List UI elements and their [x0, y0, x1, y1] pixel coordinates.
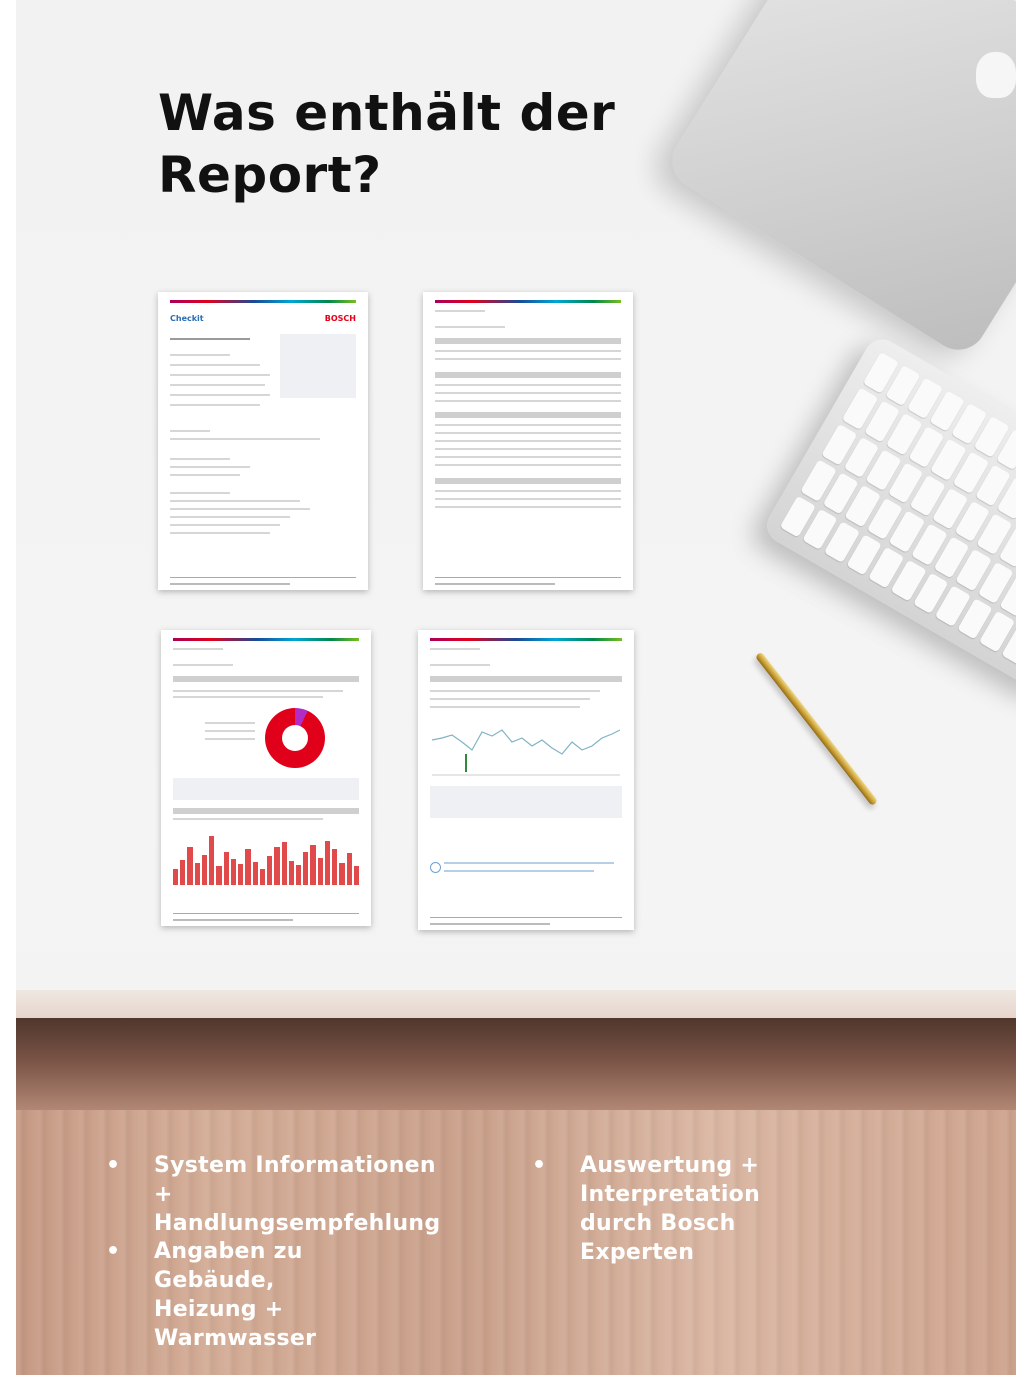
bosch-logo: BOSCH — [324, 314, 356, 323]
title-line-1: Was enthält der — [158, 84, 616, 142]
bullet-dot: • — [532, 1153, 547, 1178]
pen-image — [754, 651, 879, 807]
desk-shadow — [16, 1018, 1016, 1113]
apple-logo-icon — [976, 52, 1016, 98]
line-chart-thumbnail — [432, 729, 620, 776]
info-icon — [430, 862, 441, 873]
donut-chart-thumbnail — [265, 708, 325, 768]
brochure-page: Was enthält der Report? Checkit BOSCH • … — [16, 0, 1016, 1375]
bullet-dot: • — [106, 1239, 121, 1264]
desk-edge — [16, 990, 1016, 1020]
laptop-image — [661, 0, 1016, 361]
checkit-logo: Checkit — [170, 314, 204, 323]
page-title: Was enthält der Report? — [158, 82, 615, 206]
feature-building-data: Angaben zu Gebäude, Heizung + Warmwasser — [154, 1239, 317, 1351]
keyboard-image — [760, 332, 1016, 698]
feature-system-info: System Informationen + Handlungsempfehlu… — [154, 1153, 441, 1236]
bullet-dot: • — [106, 1153, 121, 1178]
title-line-2: Report? — [158, 146, 382, 204]
report-thumbnail-system-info: Checkit BOSCH — [158, 292, 368, 590]
bar-chart-thumbnail — [173, 830, 360, 885]
feature-expert-evaluation: Auswertung + Interpretation durch Bosch … — [580, 1153, 761, 1265]
report-thumbnail-energy-analysis — [161, 630, 371, 926]
report-thumbnail-expert-evaluation — [418, 630, 634, 930]
report-thumbnail-building-data — [423, 292, 633, 590]
